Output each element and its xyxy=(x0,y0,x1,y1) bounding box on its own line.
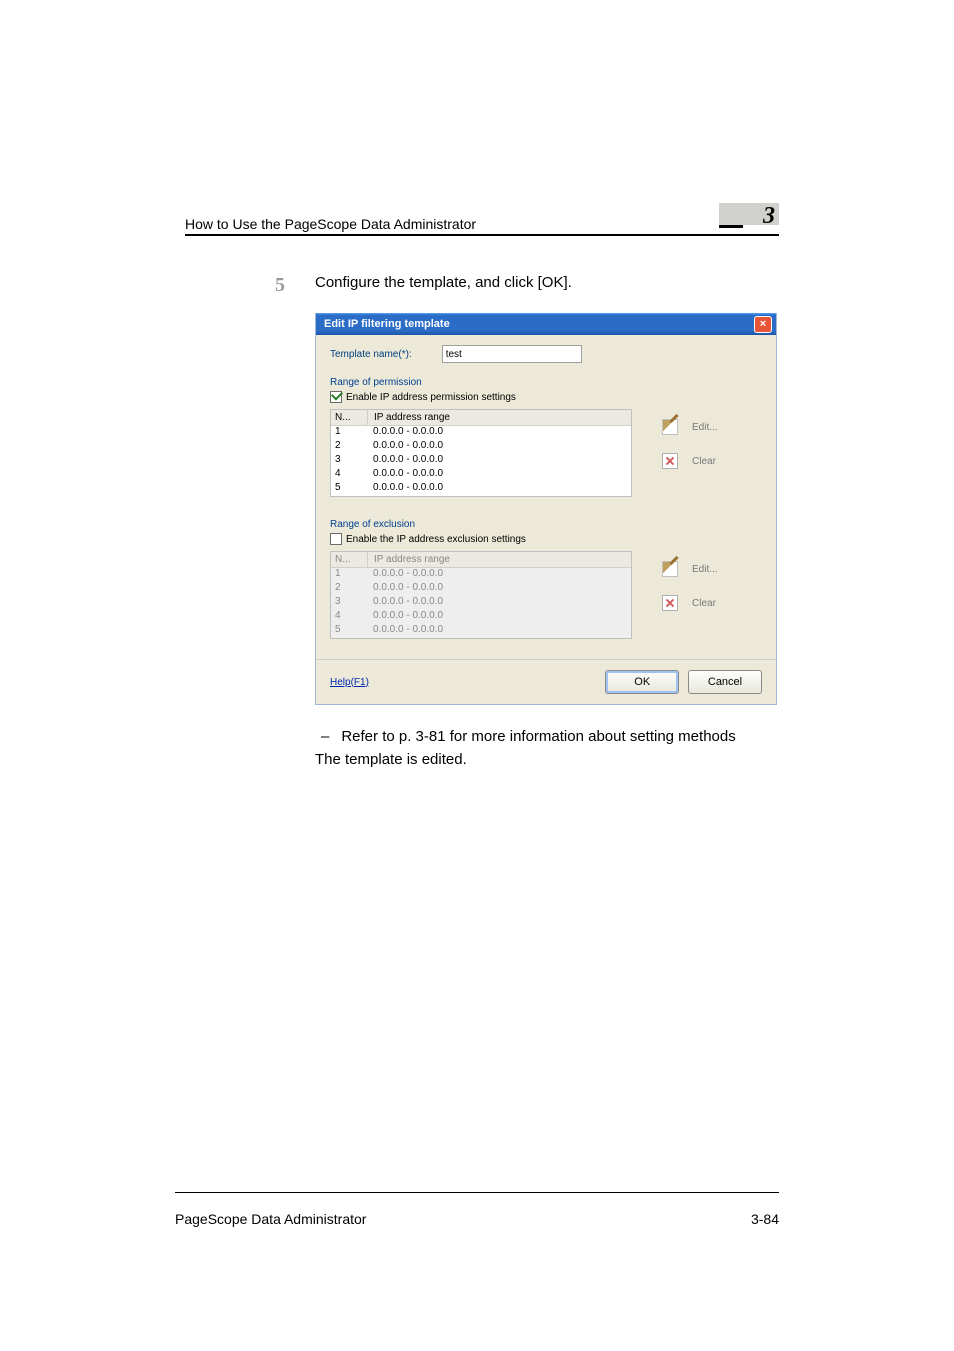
table-row[interactable]: 50.0.0.0 - 0.0.0.0 xyxy=(331,482,631,496)
permission-clear-button[interactable]: Clear xyxy=(662,453,718,469)
table-row[interactable]: 30.0.0.0 - 0.0.0.0 xyxy=(331,454,631,468)
permission-col-ip: IP address range xyxy=(368,410,631,425)
exclusion-checkbox-label: Enable the IP address exclusion settings xyxy=(346,534,526,545)
table-row[interactable]: 40.0.0.0 - 0.0.0.0 xyxy=(331,468,631,482)
ok-button[interactable]: OK xyxy=(605,670,679,694)
table-row: 40.0.0.0 - 0.0.0.0 xyxy=(331,610,631,624)
permission-clear-label: Clear xyxy=(692,456,716,467)
close-icon[interactable]: × xyxy=(754,316,772,333)
permission-edit-button[interactable]: Edit... xyxy=(662,419,718,435)
permission-section-title: Range of permission xyxy=(330,377,762,388)
help-link[interactable]: Help(F1) xyxy=(330,677,369,688)
table-row[interactable]: 20.0.0.0 - 0.0.0.0 xyxy=(331,440,631,454)
exclusion-list: N... IP address range 10.0.0.0 - 0.0.0.0… xyxy=(330,551,632,639)
exclusion-clear-label: Clear xyxy=(692,598,716,609)
permission-checkbox-label: Enable IP address permission settings xyxy=(346,392,516,403)
permission-col-n: N... xyxy=(331,410,368,425)
clear-icon xyxy=(662,453,678,469)
table-row: 30.0.0.0 - 0.0.0.0 xyxy=(331,596,631,610)
table-row: 10.0.0.0 - 0.0.0.0 xyxy=(331,568,631,582)
header-rule xyxy=(185,234,779,236)
exclusion-col-ip: IP address range xyxy=(368,552,631,567)
exclusion-checkbox[interactable] xyxy=(330,533,342,545)
permission-edit-label: Edit... xyxy=(692,422,718,433)
footer-rule xyxy=(175,1192,779,1193)
template-name-label: Template name(*): xyxy=(330,349,412,360)
edit-icon xyxy=(662,561,678,577)
clear-icon xyxy=(662,595,678,611)
permission-checkbox[interactable] xyxy=(330,391,342,403)
exclusion-edit-button: Edit... xyxy=(662,561,718,577)
cancel-button[interactable]: Cancel xyxy=(688,670,762,694)
titlebar[interactable]: Edit IP filtering template × xyxy=(316,313,776,335)
after-line2: The template is edited. xyxy=(315,748,779,771)
exclusion-col-n: N... xyxy=(331,552,368,567)
chapter-number: 3 xyxy=(763,203,779,230)
after-line1: Refer to p. 3-81 for more information ab… xyxy=(341,725,735,748)
page-header-title: How to Use the PageScope Data Administra… xyxy=(185,216,476,232)
template-name-input[interactable] xyxy=(442,345,582,363)
table-row: 20.0.0.0 - 0.0.0.0 xyxy=(331,582,631,596)
footer-left: PageScope Data Administrator xyxy=(175,1211,366,1227)
bullet: – xyxy=(321,725,329,748)
step-number: 5 xyxy=(185,274,315,295)
dialog-edit-ip-filtering-template: Edit IP filtering template × Template na… xyxy=(315,313,777,705)
titlebar-text: Edit IP filtering template xyxy=(324,318,450,330)
edit-icon xyxy=(662,419,678,435)
step-text: Configure the template, and click [OK]. xyxy=(315,274,779,291)
table-row: 50.0.0.0 - 0.0.0.0 xyxy=(331,624,631,638)
table-row[interactable]: 10.0.0.0 - 0.0.0.0 xyxy=(331,426,631,440)
permission-list[interactable]: N... IP address range 10.0.0.0 - 0.0.0.0… xyxy=(330,409,632,497)
footer-right: 3-84 xyxy=(751,1211,779,1227)
exclusion-clear-button: Clear xyxy=(662,595,718,611)
exclusion-section-title: Range of exclusion xyxy=(330,519,762,530)
exclusion-edit-label: Edit... xyxy=(692,564,718,575)
